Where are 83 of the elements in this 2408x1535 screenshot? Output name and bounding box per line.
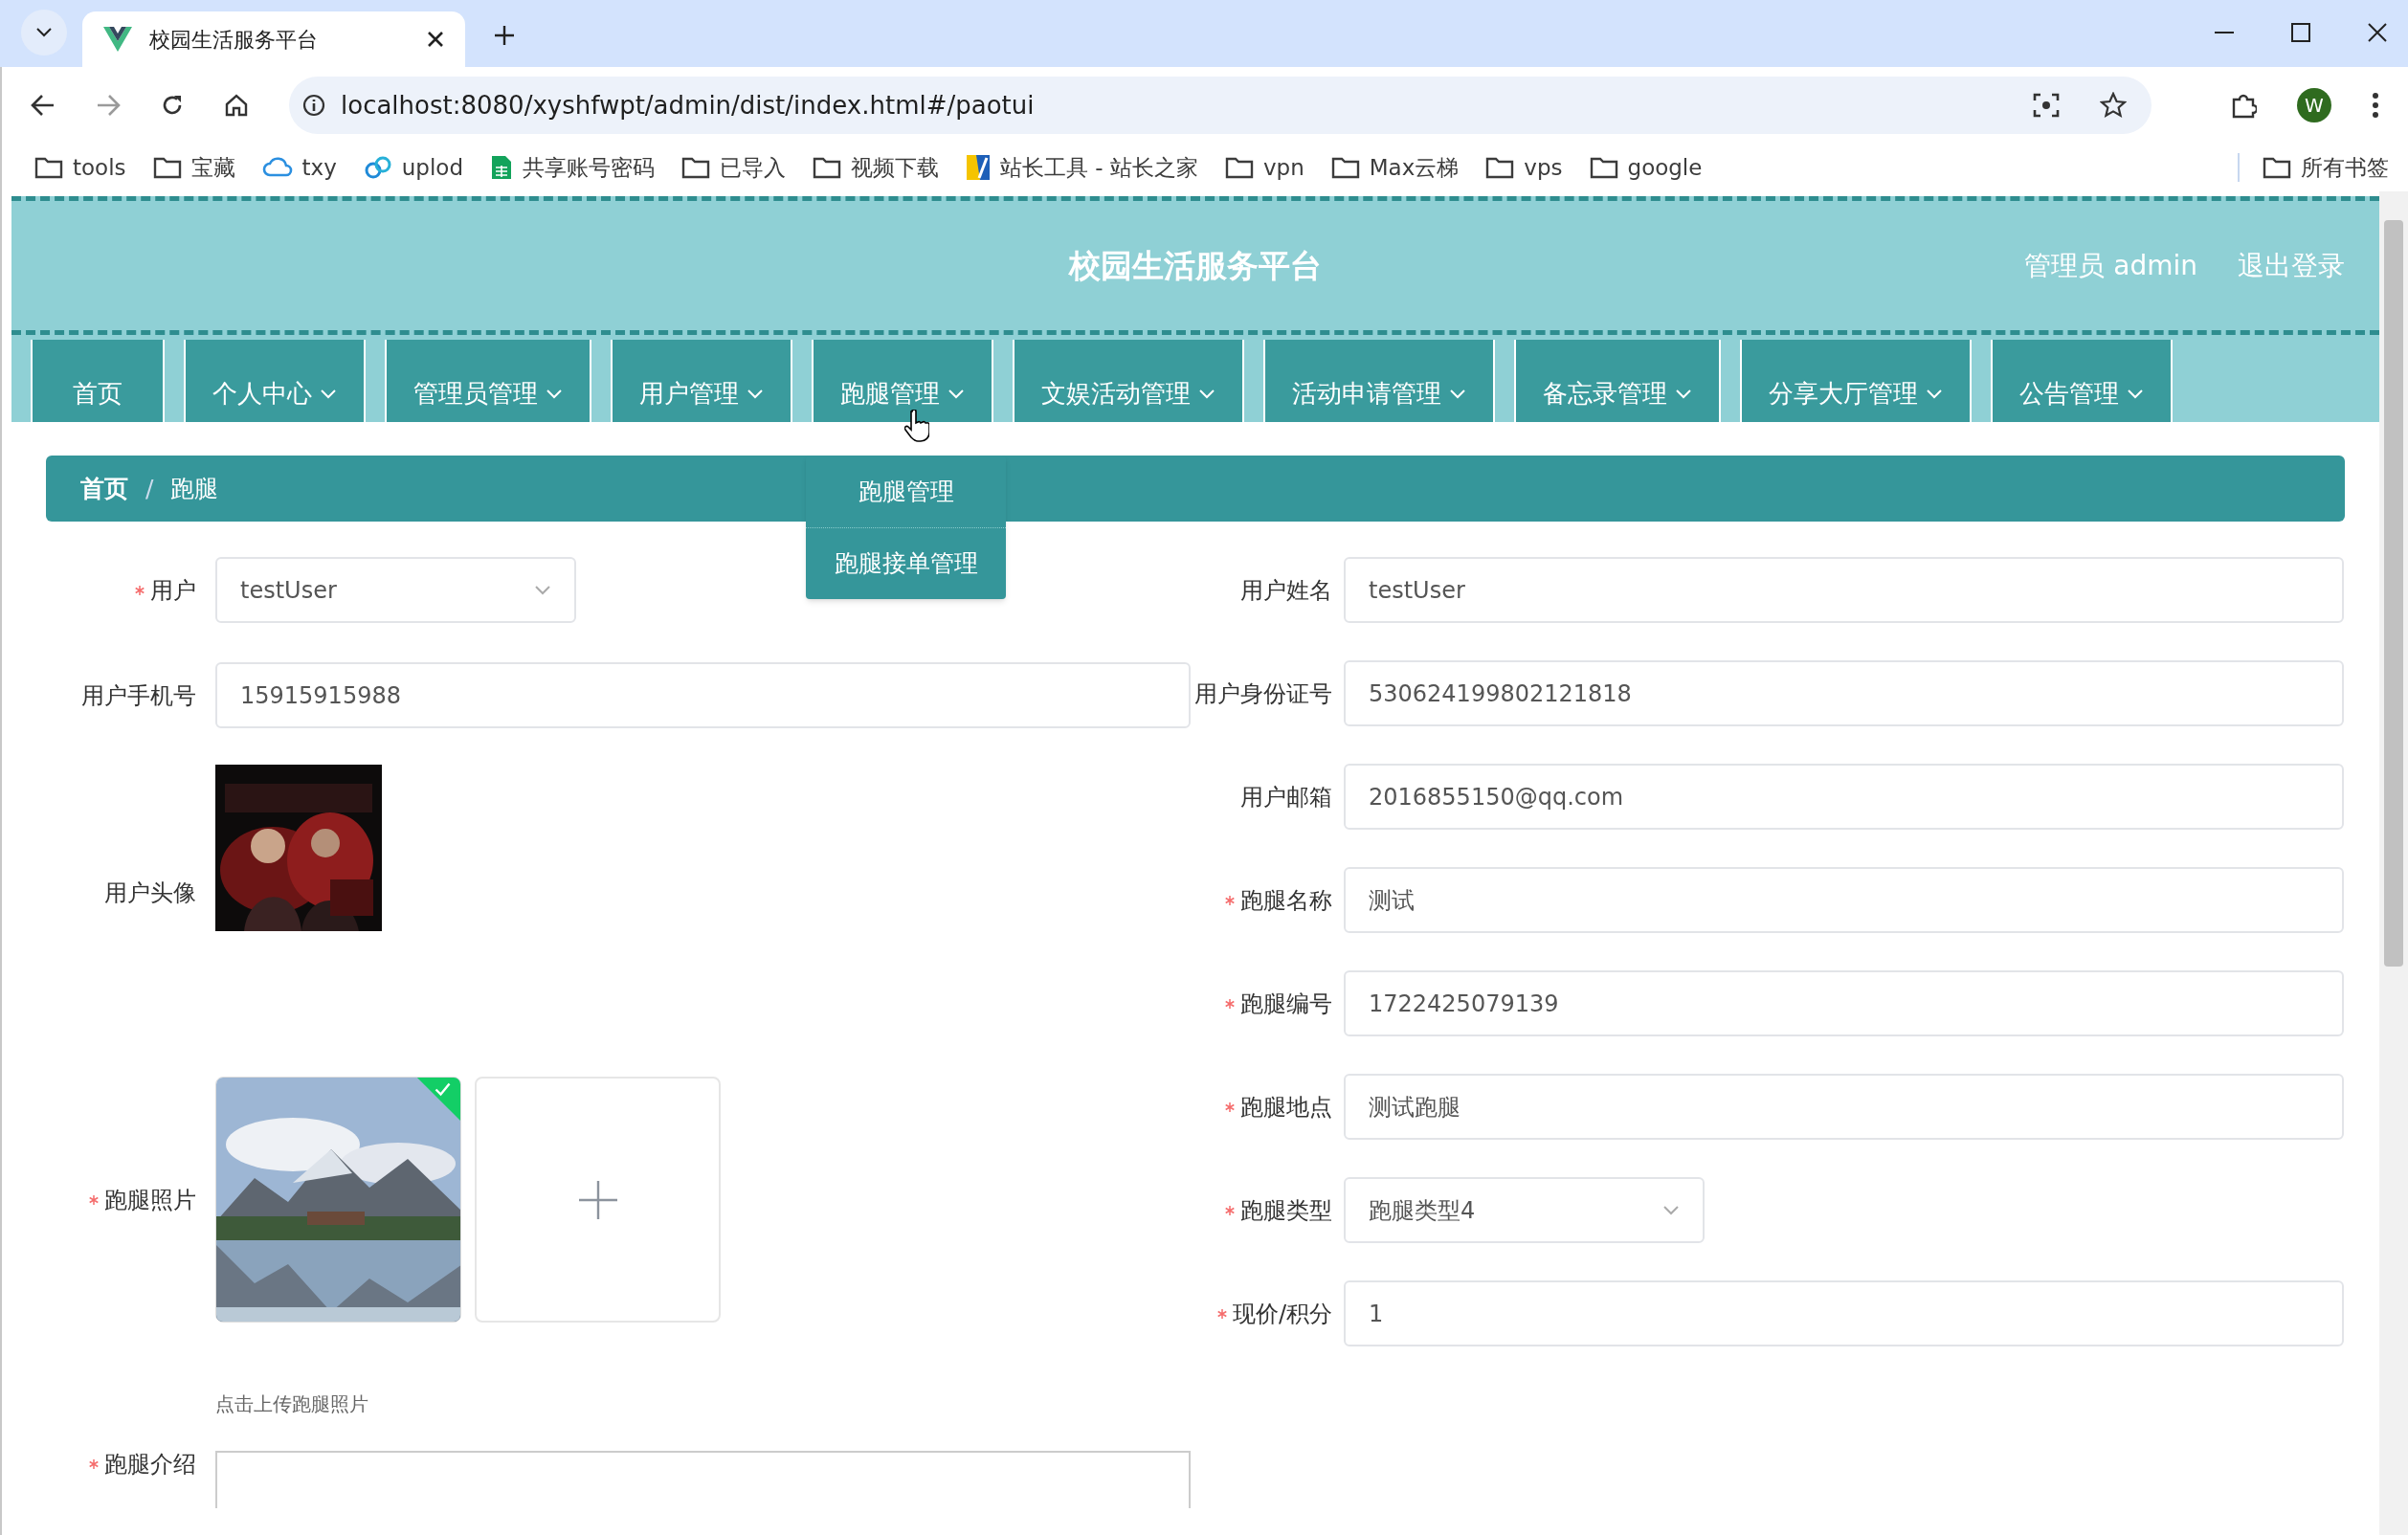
vue-logo-icon: [103, 27, 132, 52]
field-label: 用户邮箱: [1240, 782, 1332, 812]
field-label: 用户手机号: [81, 680, 196, 711]
bookmark[interactable]: vpn: [1216, 148, 1312, 187]
back-icon[interactable]: [31, 94, 56, 117]
breadcrumb-link[interactable]: 首页: [80, 470, 128, 507]
input-field[interactable]: 530624199802121818: [1344, 660, 2344, 726]
plus-icon: [577, 1179, 618, 1220]
bookmark[interactable]: 站长工具 - 站长之家: [958, 148, 1206, 187]
bookmark[interactable]: 已导入: [674, 148, 794, 187]
info-icon[interactable]: [302, 94, 325, 117]
admin-username: 管理员 admin: [2024, 248, 2197, 283]
field-label: 用户头像: [104, 879, 196, 908]
folder-icon: [813, 156, 842, 179]
input-field[interactable]: 1: [1344, 1280, 2344, 1346]
input-field[interactable]: 测试跑腿: [1344, 1074, 2344, 1140]
folder-icon: [34, 156, 63, 179]
bookmark[interactable]: 视频下载: [805, 148, 948, 187]
select-field[interactable]: 跑腿类型4: [1344, 1177, 1705, 1243]
caret-icon: [534, 584, 551, 596]
chevron-down-icon: [35, 27, 53, 38]
bookmark[interactable]: vps: [1478, 148, 1571, 187]
input-field[interactable]: 1722425079139: [1344, 970, 2344, 1036]
bookmark[interactable]: uplod: [355, 148, 472, 187]
swirl-icon: [363, 155, 392, 180]
cloud-icon: [261, 156, 293, 179]
scrollbar[interactable]: [2379, 191, 2408, 1535]
folder-icon: [152, 156, 182, 179]
folder-icon: [1224, 156, 1254, 179]
new-tab-icon[interactable]: [494, 25, 515, 46]
input-field[interactable]: testUser: [1344, 557, 2344, 623]
url-text: localhost:8080/xyshfwpt/admin/dist/index.html#/paotui: [341, 89, 1036, 122]
dropdown-item[interactable]: 跑腿接单管理: [806, 527, 1006, 599]
bookmark[interactable]: 宝藏: [145, 148, 243, 187]
upload-hint: 点击上传跑腿照片: [215, 1392, 368, 1415]
close-icon[interactable]: [427, 31, 444, 48]
browser-tab[interactable]: 校园生活服务平台: [82, 11, 465, 67]
site-title: 校园生活服务平台: [1069, 245, 1322, 286]
select-field[interactable]: testUser: [215, 557, 576, 623]
field-label: 跑腿编号: [1240, 989, 1332, 1019]
field-label: 跑腿照片: [104, 1185, 196, 1215]
home-icon[interactable]: [224, 93, 249, 118]
folder-icon: [1485, 156, 1515, 179]
dropdown-item[interactable]: 跑腿管理: [806, 456, 1006, 527]
lens-icon[interactable]: [2033, 92, 2060, 119]
field-label: 跑腿介绍: [104, 1450, 196, 1479]
folder-icon: [2263, 156, 2291, 179]
minimize-icon[interactable]: [2215, 31, 2234, 34]
field-label: 现价/积分: [1232, 1299, 1332, 1329]
breadcrumb-separator: /: [145, 473, 154, 504]
field-label: 用户姓名: [1240, 575, 1332, 606]
folder-icon: [681, 156, 711, 179]
hand-cursor-icon: [904, 410, 929, 442]
close-icon[interactable]: [2368, 23, 2387, 42]
bookmark[interactable]: txy: [254, 148, 345, 187]
spreadsheet-icon: [490, 154, 514, 181]
star-icon[interactable]: [2100, 92, 2127, 119]
breadcrumb-link[interactable]: 跑腿: [170, 470, 219, 507]
maximize-icon[interactable]: [2291, 23, 2310, 42]
field-label: 跑腿名称: [1240, 885, 1332, 916]
menu-icon[interactable]: [2372, 93, 2379, 118]
input-field[interactable]: 15915915988: [215, 662, 1191, 728]
input-field[interactable]: 2016855150@qq.com: [1344, 764, 2344, 830]
bookmark[interactable]: Max云梯: [1323, 148, 1467, 187]
caret-icon: [1662, 1204, 1680, 1216]
field-label: 跑腿地点: [1240, 1092, 1332, 1123]
reload-icon[interactable]: [161, 94, 184, 117]
forward-icon[interactable]: [96, 94, 121, 117]
bookmark[interactable]: tools: [27, 148, 134, 187]
folder-icon: [1330, 156, 1360, 179]
profile-avatar[interactable]: W: [2297, 88, 2331, 122]
bookmark[interactable]: 共享账号密码: [482, 148, 663, 187]
field-label: 用户: [150, 575, 196, 606]
site-logo-icon: [966, 154, 992, 181]
tab-title: 校园生活服务平台: [149, 26, 319, 54]
extension-icon[interactable]: [2230, 92, 2257, 119]
folder-icon: [1589, 156, 1618, 179]
field-label: 跑腿类型: [1240, 1195, 1332, 1226]
input-field[interactable]: 测试: [1344, 867, 2344, 933]
address-bar[interactable]: localhost:8080/xyshfwpt/admin/dist/index.html#/paotui: [289, 77, 2152, 134]
bookmark[interactable]: 所有书签: [2263, 150, 2389, 185]
field-label: 用户身份证号: [1194, 679, 1332, 709]
bookmark[interactable]: google: [1581, 148, 1710, 187]
